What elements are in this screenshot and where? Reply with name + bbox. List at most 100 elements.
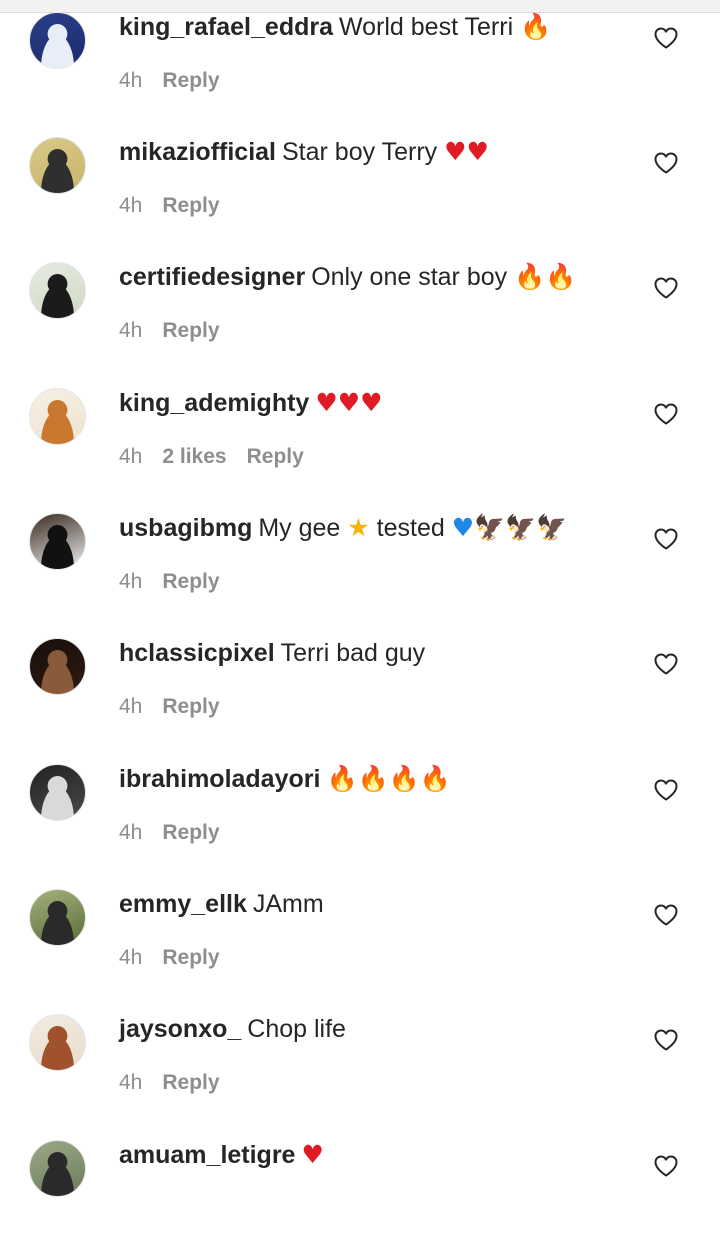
username-link[interactable]: certifiedesigner [119,263,305,291]
timestamp: 4h [119,445,143,468]
comment-meta: 4h Reply [119,569,220,595]
fire-emoji: 🔥 [357,764,389,793]
comment-text-part: Terri bad guy [280,639,426,667]
reply-button[interactable]: Reply [162,821,219,844]
heart-outline-icon[interactable] [653,151,679,175]
reply-button[interactable]: Reply [162,69,219,92]
comment-text: ♥ [301,1140,323,1169]
comment-meta: 4h Reply [119,318,220,344]
comment-item: usbagibmg My gee ★ tested ♥🦅🦅🦅 4h Reply [0,501,720,626]
heart-outline-icon[interactable] [653,778,679,802]
username-link[interactable]: king_rafael_eddra [119,13,333,41]
comment-text: World best Terri 🔥 [339,12,552,41]
eagle-emoji: 🦅 [474,513,506,542]
heart-emoji: ♥ [444,137,467,166]
fire-emoji: 🔥 [545,262,577,291]
heart-outline-icon[interactable] [653,652,679,676]
reply-button[interactable]: Reply [162,194,219,217]
avatar[interactable] [29,638,86,695]
avatar[interactable] [29,1014,86,1071]
reply-button[interactable]: Reply [162,946,219,969]
avatar[interactable] [29,388,86,445]
avatar[interactable] [29,513,86,570]
comment-item: ibrahimoladayori 🔥🔥🔥🔥 4h Reply [0,752,720,877]
avatar[interactable] [29,889,86,946]
username-link[interactable]: emmy_ellk [119,890,247,918]
comment-body: king_rafael_eddra World best Terri 🔥 [119,12,551,42]
fire-emoji: 🔥 [514,262,546,291]
comment-item: king_ademighty ♥♥♥ 4h 2 likes Reply [0,376,720,501]
comment-body: certifiedesigner Only one star boy 🔥🔥 [119,262,576,292]
timestamp: 4h [119,1071,143,1094]
eagle-emoji: 🦅 [536,513,568,542]
heart-outline-icon[interactable] [653,276,679,300]
timestamp: 4h [119,570,143,593]
comment-text: Terri bad guy [281,639,426,667]
blueheart-emoji: ♥ [451,513,475,542]
comment-text-part: Star boy Terry [282,138,438,166]
likes-count[interactable]: 2 likes [162,445,226,468]
timestamp: 4h [119,695,143,718]
fire-emoji: 🔥 [388,764,420,793]
avatar[interactable] [29,764,86,821]
username-link[interactable]: hclassicpixel [119,639,275,667]
fire-emoji: 🔥 [520,12,552,41]
comment-text-part: World best Terri [339,13,514,41]
timestamp: 4h [119,821,143,844]
comment-body: ibrahimoladayori 🔥🔥🔥🔥 [119,764,451,794]
comment-body: amuam_letigre ♥ [119,1140,324,1170]
comment-meta: 4h Reply [119,945,220,971]
comment-item: jaysonxo_ Chop life 4h Reply [0,1002,720,1127]
comment-text: 🔥🔥🔥🔥 [326,764,451,793]
comment-body: hclassicpixel Terri bad guy [119,638,425,668]
timestamp: 4h [119,946,143,969]
comment-text: Star boy Terry ♥♥ [282,137,489,166]
comment-meta: 4h Reply [119,193,220,219]
comment-body: emmy_ellk JAmm [119,889,324,919]
reply-button[interactable]: Reply [247,445,304,468]
eagle-emoji: 🦅 [505,513,537,542]
username-link[interactable]: ibrahimoladayori [119,765,320,793]
avatar[interactable] [29,12,86,69]
comment-meta: 4h Reply [119,68,220,94]
comment-item: certifiedesigner Only one star boy 🔥🔥 4h Re… [0,250,720,375]
heart-outline-icon[interactable] [653,1028,679,1052]
avatar[interactable] [29,137,86,194]
comment-body: usbagibmg My gee ★ tested ♥🦅🦅🦅 [119,513,568,543]
timestamp: 4h [119,319,143,342]
comment-text: ♥♥♥ [315,388,382,417]
heart-outline-icon[interactable] [653,903,679,927]
username-link[interactable]: usbagibmg [119,514,252,542]
username-link[interactable]: mikaziofficial [119,138,276,166]
comment-body: jaysonxo_ Chop life [119,1014,346,1044]
avatar[interactable] [29,1140,86,1197]
comment-meta: 4h Reply [119,1070,220,1096]
comment-text: JAmm [253,890,324,918]
comment-item: king_rafael_eddra World best Terri 🔥 4h Rep… [0,0,720,125]
username-link[interactable]: jaysonxo_ [119,1015,241,1043]
username-link[interactable]: king_ademighty [119,389,309,417]
heart-emoji: ♥ [466,137,489,166]
comment-text-part: Only one star boy [311,263,508,291]
comment-text-part: tested [376,514,445,542]
heart-outline-icon[interactable] [653,527,679,551]
reply-button[interactable]: Reply [162,1071,219,1094]
star-emoji: ★ [347,513,370,542]
reply-button[interactable]: Reply [162,319,219,342]
comment-item: emmy_ellk JAmm 4h Reply [0,877,720,1002]
heart-outline-icon[interactable] [653,402,679,426]
reply-button[interactable]: Reply [162,570,219,593]
reply-button[interactable]: Reply [162,695,219,718]
comment-text-part: Chop life [247,1015,346,1043]
heart-emoji: ♥ [315,388,338,417]
username-link[interactable]: amuam_letigre [119,1141,295,1169]
heart-emoji: ♥ [337,388,361,417]
comment-meta: 4h Reply [119,694,220,720]
comment-item: mikaziofficial Star boy Terry ♥♥ 4h Reply [0,125,720,250]
comment-meta: 4h 2 likes Reply [119,444,304,470]
timestamp: 4h [119,194,143,217]
avatar[interactable] [29,262,86,319]
heart-outline-icon[interactable] [653,26,679,50]
comment-item: amuam_letigre ♥ [0,1128,720,1253]
heart-outline-icon[interactable] [653,1154,679,1178]
